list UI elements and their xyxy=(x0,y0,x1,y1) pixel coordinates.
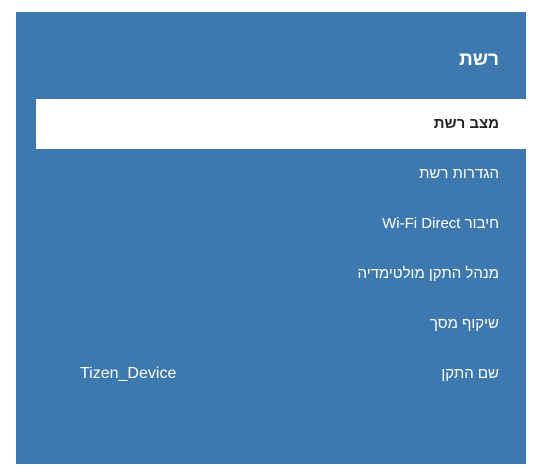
menu-item-network-settings[interactable]: הגדרות רשת xyxy=(36,149,526,199)
panel-title: רשת xyxy=(459,49,499,70)
menu-item-label: שם התקן xyxy=(441,365,499,382)
menu-item-label: מנהל התקן מולטימדיה xyxy=(357,265,499,282)
device-name-value: Tizen_Device xyxy=(80,365,177,382)
network-menu-list: מצב רשת הגדרות רשת חיבור Wi-Fi Direct מנ… xyxy=(36,99,526,399)
menu-item-label: הגדרות רשת xyxy=(419,165,499,182)
network-menu-panel: רשת מצב רשת הגדרות רשת חיבור Wi-Fi Direc… xyxy=(16,12,526,464)
menu-item-label: מצב רשת xyxy=(433,115,499,132)
menu-item-wifi-direct[interactable]: חיבור Wi-Fi Direct xyxy=(36,199,526,249)
menu-item-screen-mirroring[interactable]: שיקוף מסך xyxy=(36,299,526,349)
menu-item-device-name[interactable]: שם התקן Tizen_Device xyxy=(36,349,526,399)
menu-item-network-status[interactable]: מצב רשת xyxy=(36,99,526,149)
menu-item-label: שיקוף מסך xyxy=(429,315,499,332)
menu-item-multimedia-device-manager[interactable]: מנהל התקן מולטימדיה xyxy=(36,249,526,299)
menu-item-label: חיבור Wi-Fi Direct xyxy=(382,215,499,232)
